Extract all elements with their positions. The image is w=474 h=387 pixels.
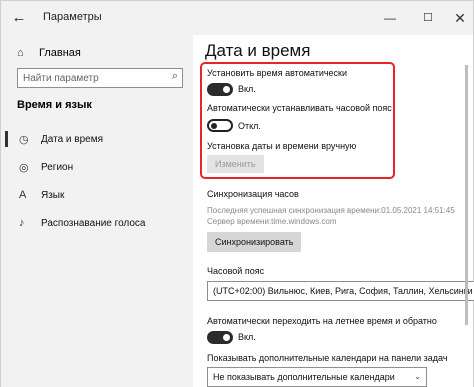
page-title: Дата и время: [205, 41, 311, 60]
sidebar-item-speech[interactable]: ♪ Распознавание голоса: [1, 209, 193, 237]
auto-timezone-toggle[interactable]: [207, 119, 233, 132]
sidebar-section-title: Время и язык: [17, 99, 92, 111]
change-button[interactable]: Изменить: [207, 155, 264, 173]
sidebar-item-label: Распознавание голоса: [41, 217, 146, 229]
clock-icon: ◷: [19, 133, 29, 146]
timezone-select[interactable]: (UTC+02:00) Вильнюс, Киев, Рига, София, …: [207, 281, 474, 301]
back-arrow-icon[interactable]: ←: [7, 6, 31, 30]
sidebar-home-link[interactable]: ⌂ Главная: [17, 43, 81, 63]
time-server-text: Сервер времени:time.windows.com: [207, 217, 337, 226]
sync-button[interactable]: Синхронизировать: [207, 232, 302, 252]
dst-label: Автоматически переходить на летнее время…: [207, 316, 437, 326]
toggle-knob: [223, 334, 230, 341]
sidebar-item-label: Язык: [41, 189, 65, 201]
dst-state: Вкл.: [238, 332, 256, 342]
sidebar-item-label: Регион: [41, 161, 74, 173]
timezone-value: (UTC+02:00) Вильнюс, Киев, Рига, София, …: [213, 286, 473, 296]
auto-time-state: Вкл.: [238, 84, 256, 94]
scrollbar[interactable]: [465, 65, 468, 325]
maximize-icon[interactable]: ☐: [415, 5, 441, 31]
sidebar: ⌂ Главная ⌕ Время и язык ◷ Дата и время …: [1, 35, 193, 387]
sidebar-item-language[interactable]: A Язык: [1, 181, 193, 209]
calendars-select[interactable]: Не показывать дополнительные календари ⌄: [207, 367, 427, 387]
globe-icon: ◎: [19, 161, 29, 174]
timezone-label: Часовой пояс: [207, 266, 265, 276]
home-icon: ⌂: [17, 47, 24, 59]
microphone-icon: ♪: [19, 217, 25, 229]
language-icon: A: [19, 189, 27, 201]
sidebar-item-label: Дата и время: [41, 133, 104, 145]
window-title: Параметры: [43, 11, 102, 23]
auto-timezone-label: Автоматически устанавливать часовой пояс: [207, 103, 392, 113]
sync-title: Синхронизация часов: [207, 189, 299, 199]
minimize-icon[interactable]: —: [377, 5, 403, 31]
toggle-knob: [211, 123, 217, 129]
calendars-value: Не показывать дополнительные календари: [213, 372, 395, 382]
title-bar: ← Параметры — ☐ ✕: [1, 1, 473, 35]
search-box[interactable]: ⌕: [17, 68, 183, 88]
close-icon[interactable]: ✕: [447, 5, 473, 31]
home-label: Главная: [39, 47, 81, 59]
calendars-label: Показывать дополнительные календари на п…: [207, 353, 448, 363]
search-input[interactable]: [23, 71, 153, 85]
dst-toggle[interactable]: [207, 331, 233, 344]
search-icon[interactable]: ⌕: [172, 70, 178, 83]
auto-time-toggle[interactable]: [207, 83, 233, 96]
sidebar-item-region[interactable]: ◎ Регион: [1, 153, 193, 181]
auto-time-label: Установить время автоматически: [207, 68, 348, 78]
toggle-knob: [223, 86, 230, 93]
sidebar-item-date-time[interactable]: ◷ Дата и время: [1, 125, 193, 153]
settings-window: ← Параметры — ☐ ✕ ⌂ Главная ⌕ Время и яз…: [0, 0, 474, 387]
sidebar-nav: ◷ Дата и время ◎ Регион A Язык ♪ Распозн…: [1, 125, 193, 237]
manual-time-label: Установка даты и времени вручную: [207, 141, 357, 151]
chevron-down-icon: ⌄: [414, 372, 421, 381]
main-content: Дата и время Установить время автоматиче…: [193, 35, 474, 387]
auto-timezone-state: Откл.: [238, 121, 261, 131]
last-sync-text: Последняя успешная синхронизация времени…: [207, 206, 455, 215]
